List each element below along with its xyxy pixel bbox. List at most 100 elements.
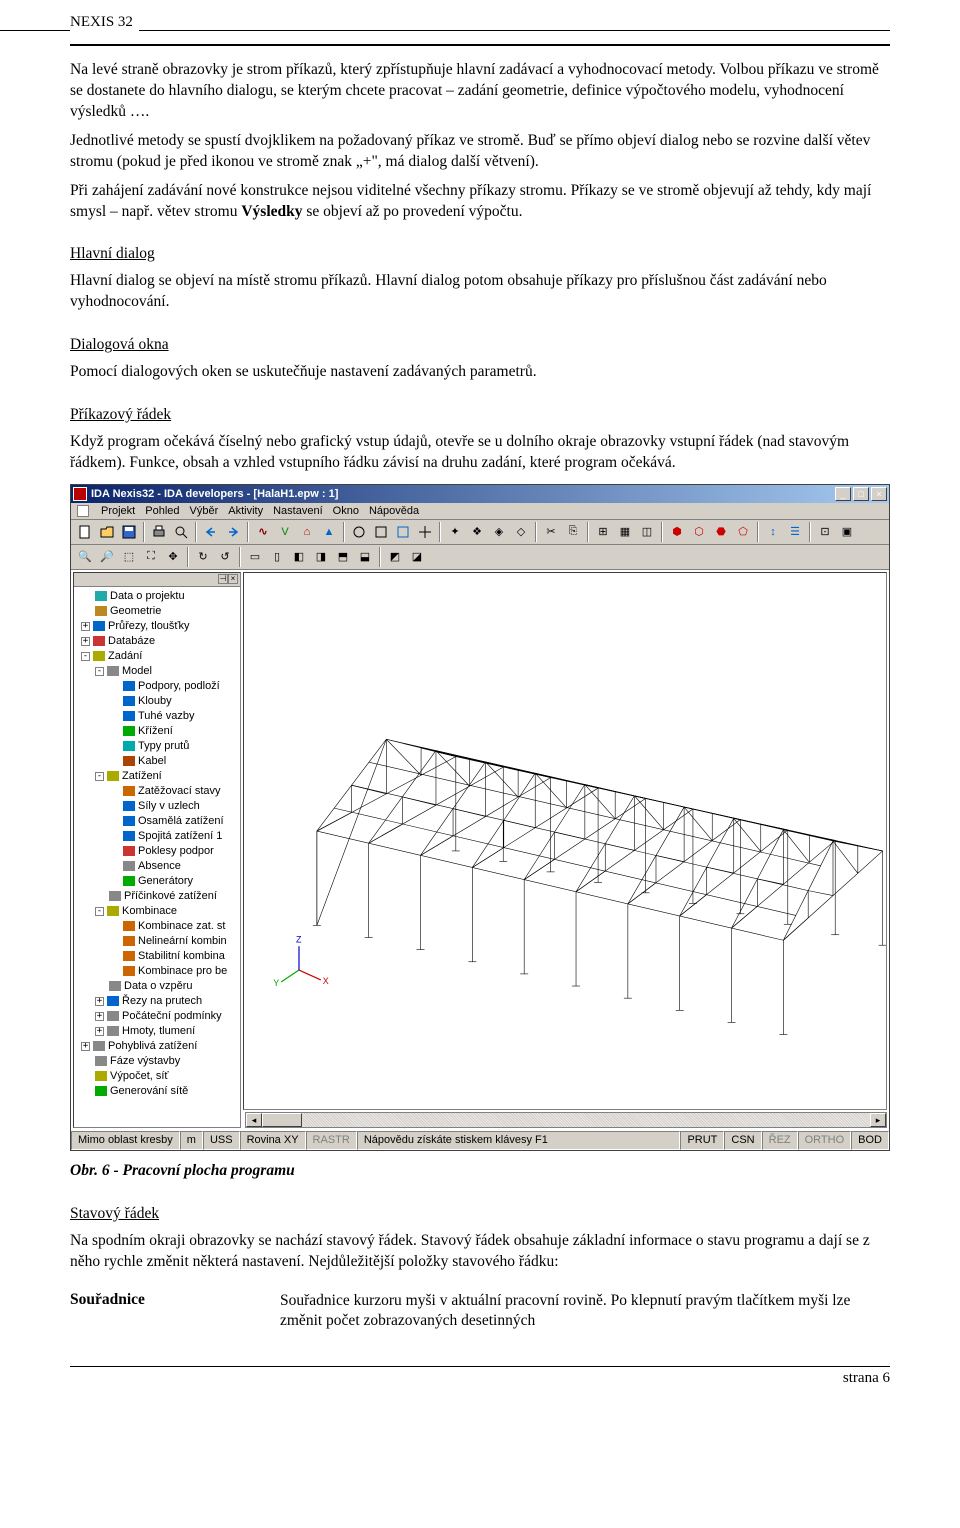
view-icon[interactable]: ▭	[245, 547, 265, 567]
scroll-thumb[interactable]	[262, 1113, 302, 1127]
tool-icon[interactable]: ⊡	[815, 522, 835, 542]
tool-icon[interactable]: ☰	[785, 522, 805, 542]
pin-icon[interactable]: ⊣	[218, 574, 228, 584]
tool-icon[interactable]: ✂	[541, 522, 561, 542]
tree-item[interactable]: Absence	[78, 859, 240, 874]
tree-item[interactable]: Síly v uzlech	[78, 799, 240, 814]
tree-item[interactable]: +Řezy na prutech	[78, 994, 240, 1009]
tree-item[interactable]: -Zadání	[78, 649, 240, 664]
tool-icon[interactable]: ⬠	[733, 522, 753, 542]
tool-icon[interactable]: ◇	[511, 522, 531, 542]
status-uss[interactable]: USS	[203, 1131, 240, 1150]
horizontal-scrollbar[interactable]: ◂ ▸	[245, 1112, 887, 1128]
tool-icon[interactable]: ◫	[637, 522, 657, 542]
open-icon[interactable]	[97, 522, 117, 542]
close-panel-icon[interactable]: ×	[228, 574, 238, 584]
menu-výběr[interactable]: Výběr	[190, 505, 219, 517]
status-rez[interactable]: ŘEZ	[762, 1131, 798, 1150]
tool-icon[interactable]: ⎘	[563, 522, 583, 542]
tool-icon[interactable]: ◈	[489, 522, 509, 542]
tree-item[interactable]: Křížení	[78, 724, 240, 739]
save-icon[interactable]	[119, 522, 139, 542]
tree-item[interactable]: Fáze výstavby	[78, 1054, 240, 1069]
tree-item[interactable]: -Zatížení	[78, 769, 240, 784]
tree-item[interactable]: Zatěžovací stavy	[78, 784, 240, 799]
zoom-out-icon[interactable]: 🔎	[97, 547, 117, 567]
minimize-button[interactable]: _	[835, 487, 851, 501]
tree-item[interactable]: Kabel	[78, 754, 240, 769]
expand-icon[interactable]: +	[95, 997, 104, 1006]
tree-item[interactable]: Podpory, podloží	[78, 679, 240, 694]
menu-okno[interactable]: Okno	[333, 505, 359, 517]
tree-item[interactable]: Klouby	[78, 694, 240, 709]
tree-item[interactable]: Spojitá zatížení 1	[78, 829, 240, 844]
tree-item[interactable]: +Počáteční podmínky	[78, 1009, 240, 1024]
rotate-icon[interactable]: ↺	[215, 547, 235, 567]
tree-item[interactable]: Data o projektu	[78, 589, 240, 604]
expand-icon[interactable]: +	[81, 622, 90, 631]
tool-icon[interactable]: ⌂	[297, 522, 317, 542]
titlebar[interactable]: IDA Nexis32 - IDA developers - [HalaH1.e…	[71, 485, 889, 503]
tree-item[interactable]: +Databáze	[78, 634, 240, 649]
expand-icon[interactable]: +	[95, 1012, 104, 1021]
tree-item[interactable]: Osamělá zatížení	[78, 814, 240, 829]
view-icon[interactable]: ◪	[407, 547, 427, 567]
expand-icon[interactable]: -	[95, 667, 104, 676]
view-icon[interactable]: ◩	[385, 547, 405, 567]
toolbar-view[interactable]: 🔍 🔎 ⬚ ⛶ ✥ ↻ ↺ ▭ ▯ ◧ ◨ ⬒ ⬓ ◩ ◪	[71, 545, 889, 570]
pan-icon[interactable]: ✥	[163, 547, 183, 567]
tool-icon[interactable]: V	[275, 522, 295, 542]
new-icon[interactable]	[75, 522, 95, 542]
tool-icon[interactable]	[393, 522, 413, 542]
tree-item[interactable]: -Model	[78, 664, 240, 679]
status-bod[interactable]: BOD	[851, 1131, 889, 1150]
expand-icon[interactable]: +	[81, 1042, 90, 1051]
tree-item[interactable]: Generátory	[78, 874, 240, 889]
print-icon[interactable]	[149, 522, 169, 542]
menubar[interactable]: ProjektPohledVýběrAktivityNastaveníOknoN…	[71, 503, 889, 520]
menu-pohled[interactable]: Pohled	[145, 505, 179, 517]
status-ortho[interactable]: ORTHO	[798, 1131, 852, 1150]
tree-item[interactable]: Data o vzpěru	[78, 979, 240, 994]
close-button[interactable]: ×	[871, 487, 887, 501]
tool-icon[interactable]: ✦	[445, 522, 465, 542]
scroll-right-icon[interactable]: ▸	[870, 1113, 886, 1127]
tool-icon[interactable]: ▲	[319, 522, 339, 542]
tool-icon[interactable]: ∿	[253, 522, 273, 542]
tool-icon[interactable]: ⬣	[711, 522, 731, 542]
maximize-button[interactable]: □	[853, 487, 869, 501]
menu-aktivity[interactable]: Aktivity	[228, 505, 263, 517]
tool-icon[interactable]: ❖	[467, 522, 487, 542]
tree-item[interactable]: +Hmoty, tlumení	[78, 1024, 240, 1039]
tool-icon[interactable]	[371, 522, 391, 542]
tool-icon[interactable]: ▦	[615, 522, 635, 542]
zoom-fit-icon[interactable]: ⛶	[141, 547, 161, 567]
tree-item[interactable]: Geometrie	[78, 604, 240, 619]
view-icon[interactable]: ◨	[311, 547, 331, 567]
tool-icon[interactable]: ⬡	[689, 522, 709, 542]
tree-item[interactable]: Kombinace zat. st	[78, 919, 240, 934]
tree-item[interactable]: +Pohyblivá zatížení	[78, 1039, 240, 1054]
tree-item[interactable]: Generování sítě	[78, 1084, 240, 1099]
view-icon[interactable]: ◧	[289, 547, 309, 567]
view-icon[interactable]: ⬓	[355, 547, 375, 567]
menu-nápověda[interactable]: Nápověda	[369, 505, 419, 517]
tree-item[interactable]: Stabilitní kombina	[78, 949, 240, 964]
expand-icon[interactable]: -	[95, 772, 104, 781]
status-rastr[interactable]: RASTR	[306, 1131, 357, 1150]
status-units[interactable]: m	[180, 1131, 203, 1150]
zoom-in-icon[interactable]: 🔍	[75, 547, 95, 567]
expand-icon[interactable]: +	[95, 1027, 104, 1036]
tool-icon[interactable]: ⊞	[593, 522, 613, 542]
view-icon[interactable]: ▯	[267, 547, 287, 567]
toolbar-file[interactable]: ∿ V ⌂ ▲ ✦ ❖ ◈ ◇ ✂ ⎘ ⊞ ▦ ◫ ⬢ ⬡ ⬣ ⬠	[71, 520, 889, 545]
tree-item[interactable]: Výpočet, síť	[78, 1069, 240, 1084]
tree-item[interactable]: -Kombinace	[78, 904, 240, 919]
statusbar[interactable]: Mimo oblast kresby m USS Rovina XY RASTR…	[71, 1130, 889, 1150]
tree-item[interactable]: Kombinace pro be	[78, 964, 240, 979]
expand-icon[interactable]: +	[81, 637, 90, 646]
redo-icon[interactable]	[223, 522, 243, 542]
status-coords[interactable]: Mimo oblast kresby	[71, 1131, 180, 1150]
menu-nastavení[interactable]: Nastavení	[273, 505, 323, 517]
undo-icon[interactable]	[201, 522, 221, 542]
